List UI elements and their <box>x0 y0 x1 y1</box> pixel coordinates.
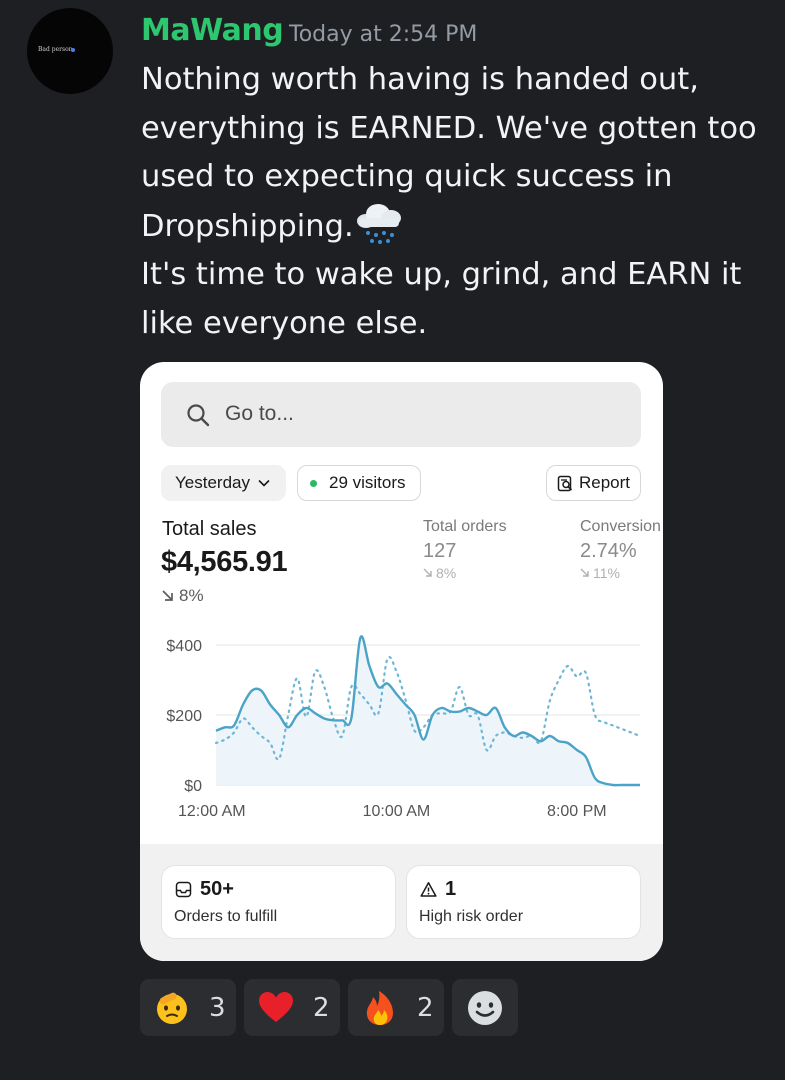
reaction-red-heart[interactable]: 2 <box>244 979 340 1036</box>
message-line: It's time to wake up, grind, and EARN it <box>141 257 742 292</box>
high-risk-order-card[interactable]: 1 High risk order <box>406 865 641 939</box>
orders-to-fulfill-label: Orders to fulfill <box>174 908 278 925</box>
total-orders-change-value: 8% <box>436 565 457 581</box>
report-button[interactable]: Report <box>546 465 641 501</box>
reaction-fire[interactable]: 2 <box>348 979 444 1036</box>
sales-line-chart: $400 $200 $0 12:00 AM 10:00 AM 8:00 PM <box>166 635 642 820</box>
message-line: Nothing worth having is handed out, <box>141 62 699 97</box>
message-timestamp[interactable]: Today at 2:54 PM <box>289 22 477 47</box>
search-icon <box>187 404 210 427</box>
arrow-down-right-icon <box>423 568 432 577</box>
reaction-count: 2 <box>417 992 434 1023</box>
message-line-4: Dropshipping. <box>141 202 771 252</box>
live-dot-icon <box>310 479 317 487</box>
date-range-dropdown[interactable]: Yesterday <box>161 465 286 501</box>
arrow-down-right-icon <box>580 568 589 577</box>
x-tick-label: 12:00 AM <box>178 803 246 820</box>
conversion-label: Conversion <box>580 518 661 535</box>
message-content: Nothing worth having is handed out, ever… <box>141 56 771 348</box>
message-line: used to expecting quick success in <box>141 159 673 194</box>
orders-to-fulfill-value: 50+ <box>200 878 234 900</box>
conversion-change: 11% <box>580 565 620 581</box>
reaction-count: 3 <box>209 992 226 1023</box>
orders-to-fulfill-card[interactable]: 50+ Orders to fulfill <box>161 865 396 939</box>
total-sales-label: Total sales <box>162 518 257 540</box>
conversion-value: 2.74% <box>580 540 637 562</box>
avatar-text: Bad person <box>38 46 73 53</box>
reaction-count: 2 <box>313 992 330 1023</box>
x-tick-label: 8:00 PM <box>547 803 607 820</box>
image-attachment[interactable]: Yesterday 29 visitors Report Total sales… <box>140 362 663 961</box>
total-orders-change: 8% <box>423 565 456 581</box>
add-reaction-button[interactable] <box>452 979 518 1036</box>
chevron-down-icon <box>258 479 270 487</box>
y-tick-label: $0 <box>184 778 202 795</box>
message-line: like everyone else. <box>141 305 428 341</box>
red-heart-emoji <box>259 991 293 1022</box>
saluting-face-emoji <box>157 992 187 1024</box>
report-label: Report <box>579 473 631 492</box>
x-tick-label: 10:00 AM <box>363 803 431 820</box>
warning-icon <box>420 882 437 897</box>
y-tick-label: $400 <box>166 638 202 655</box>
avatar[interactable]: Bad person <box>27 8 113 94</box>
search-bar[interactable] <box>161 382 641 447</box>
high-risk-order-label: High risk order <box>419 908 524 925</box>
report-icon <box>557 475 573 491</box>
avatar-status-dot <box>71 48 75 52</box>
total-orders-label: Total orders <box>423 518 507 535</box>
cloud-with-rain-emoji <box>356 203 401 244</box>
arrow-down-right-icon <box>162 590 173 601</box>
y-tick-label: $200 <box>166 708 202 725</box>
sales-area-fill <box>216 636 640 786</box>
add-reaction-icon <box>468 990 502 1025</box>
total-orders-value: 127 <box>423 540 457 562</box>
username[interactable]: MaWang <box>141 13 284 48</box>
search-input[interactable] <box>225 394 625 434</box>
visitors-label: 29 visitors <box>329 473 406 492</box>
conversion-change-value: 11% <box>593 565 620 581</box>
live-visitors-button[interactable]: 29 visitors <box>297 465 421 501</box>
high-risk-order-value: 1 <box>445 878 457 900</box>
total-sales-change: 8% <box>161 586 204 606</box>
message-line: Dropshipping. <box>141 208 354 244</box>
inbox-icon <box>175 881 192 898</box>
reaction-saluting-face[interactable]: 3 <box>140 979 236 1036</box>
message-line: everything is EARNED. We've gotten too <box>141 110 757 146</box>
date-range-label: Yesterday <box>175 473 250 492</box>
total-sales-value: $4,565.91 <box>161 546 288 578</box>
fire-emoji <box>366 990 393 1025</box>
total-sales-change-value: 8% <box>179 586 204 605</box>
